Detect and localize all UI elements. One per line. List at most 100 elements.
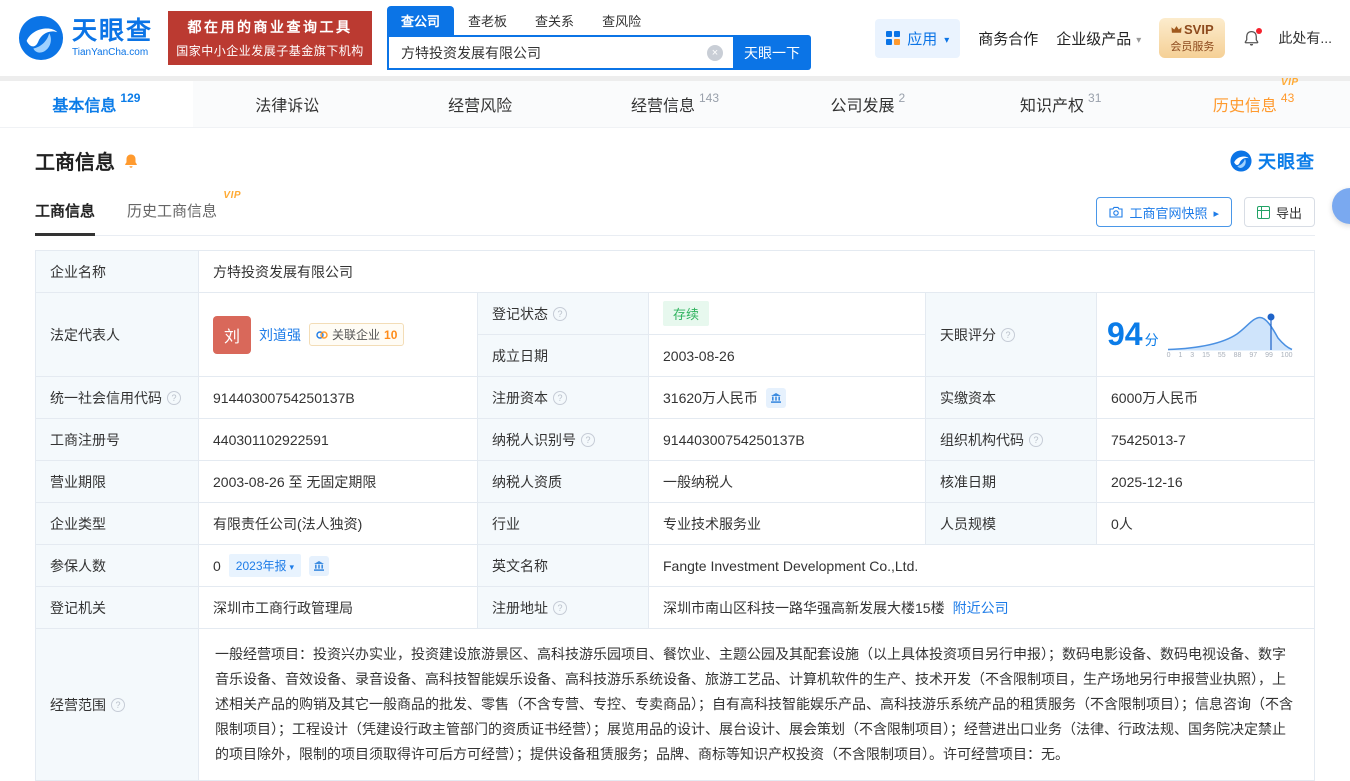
business-term-value: 2003-08-26 至 无固定期限 xyxy=(199,461,477,502)
establish-date-value: 2003-08-26 xyxy=(649,335,925,376)
brand-text: 天眼查 xyxy=(1258,151,1315,172)
approval-date-label: 核准日期 xyxy=(926,461,1096,502)
score-label: 天眼评分 xyxy=(926,293,1096,376)
insured-count-label: 参保人数 xyxy=(36,545,198,586)
tab-legal-proceedings[interactable]: 法律诉讼 xyxy=(193,81,386,127)
score-axis-ticks: 0 1 3 15 55 88 97 99 100 xyxy=(1166,351,1293,359)
business-scope-value: 一般经营项目：投资兴办实业，投资建设旅游景区、高科技游乐园项目、餐饮业、主题公园… xyxy=(199,629,1314,780)
business-scope-label: 经营范围 xyxy=(36,629,198,780)
official-snapshot-button[interactable]: 工商官网快照 xyxy=(1096,197,1232,227)
help-icon[interactable] xyxy=(581,432,595,447)
help-icon[interactable] xyxy=(167,390,181,405)
paid-capital-value: 6000万人民币 xyxy=(1097,377,1314,418)
legal-rep-avatar[interactable]: 刘 xyxy=(213,315,251,354)
main-content: 工商信息 天眼查 工商信息 历史工商信息 VIP 工商官网快照 ▸ 导出 企业名… xyxy=(0,128,1350,781)
status-badge: 存续 xyxy=(663,301,710,326)
nearby-companies-link[interactable]: 附近公司 xyxy=(953,598,1009,618)
tab-operational-risk[interactable]: 经营风险 xyxy=(386,81,579,127)
taxpayer-id-label: 纳税人识别号 xyxy=(478,419,648,460)
capital-building-icon[interactable] xyxy=(765,387,786,408)
legal-rep-label: 法定代表人 xyxy=(36,293,198,376)
tab-company-development[interactable]: 公司发展 2 xyxy=(771,81,964,127)
tab-history-info[interactable]: 历史信息 VIP 43 xyxy=(1157,77,1350,127)
search-tab-risk[interactable]: 查风险 xyxy=(588,6,655,35)
company-name-label: 企业名称 xyxy=(36,251,198,292)
staff-size-value: 0人 xyxy=(1097,503,1314,544)
staff-size-label: 人员规模 xyxy=(926,503,1096,544)
camera-icon xyxy=(1109,206,1123,218)
help-icon[interactable] xyxy=(111,697,125,712)
company-type-label: 企业类型 xyxy=(36,503,198,544)
promo-banner-line1: 都在用的商业查询工具 xyxy=(187,19,353,35)
nav-enterprise-products[interactable]: 企业级产品 xyxy=(1056,28,1141,49)
account-menu[interactable]: 此处有... xyxy=(1278,28,1332,48)
arrow-right-icon xyxy=(1213,205,1219,220)
brand-logo-icon xyxy=(1230,149,1252,172)
search-tab-boss[interactable]: 查老板 xyxy=(454,6,521,35)
reg-status-value: 存续 xyxy=(649,293,925,334)
search-tab-company[interactable]: 查公司 xyxy=(387,6,455,35)
reg-status-label: 登记状态 xyxy=(478,293,648,334)
annual-report-building-icon[interactable] xyxy=(309,555,330,576)
taxpayer-quality-label: 纳税人资质 xyxy=(478,461,648,502)
help-icon[interactable] xyxy=(553,390,567,405)
vip-flag: VIP xyxy=(223,190,242,201)
tab-basic-info[interactable]: 基本信息 129 xyxy=(0,81,193,127)
section-head: 工商信息 天眼查 xyxy=(35,146,1315,175)
notification-dot xyxy=(1256,27,1263,34)
subtab-history-registration[interactable]: 历史工商信息 VIP xyxy=(127,190,241,235)
help-icon[interactable] xyxy=(553,600,567,615)
help-icon[interactable] xyxy=(553,306,567,321)
org-code-value: 75425013-7 xyxy=(1097,419,1314,460)
section-brand: 天眼查 xyxy=(1230,148,1315,174)
svip-sublabel: 会员服务 xyxy=(1170,40,1215,53)
promo-banner: 都在用的商业查询工具 国家中小企业发展子基金旗下机构 xyxy=(168,11,373,65)
credit-code-value: 91440300754250137B xyxy=(199,377,477,418)
help-icon[interactable] xyxy=(1029,432,1043,447)
tab-business-info[interactable]: 经营信息 143 xyxy=(579,81,772,127)
reg-authority-label: 登记机关 xyxy=(36,587,198,628)
taxpayer-id-value: 91440300754250137B xyxy=(649,419,925,460)
tianyancha-logo-icon xyxy=(18,15,64,61)
legal-rep-value: 刘 刘道强 关联企业 10 xyxy=(199,293,477,376)
related-companies-badge[interactable]: 关联企业 10 xyxy=(309,323,405,346)
logo-subtitle: TianYanCha.com xyxy=(72,46,149,58)
apps-grid-icon xyxy=(886,31,901,45)
export-button[interactable]: 导出 xyxy=(1243,197,1315,227)
subscribe-bell-icon[interactable] xyxy=(123,153,139,169)
industry-label: 行业 xyxy=(478,503,648,544)
search-block: 查公司 查老板 查关系 查风险 天眼一下 xyxy=(387,6,812,70)
english-name-label: 英文名称 xyxy=(478,545,648,586)
subtab-business-registration[interactable]: 工商信息 xyxy=(35,200,96,236)
chevron-down-icon xyxy=(1136,30,1141,47)
legal-rep-link[interactable]: 刘道强 xyxy=(259,325,301,345)
tianyancha-logo[interactable]: 天眼查 TianYanCha.com xyxy=(18,15,153,61)
top-header: 天眼查 TianYanCha.com 都在用的商业查询工具 国家中小企业发展子基… xyxy=(0,0,1350,76)
chevron-down-icon xyxy=(944,30,949,47)
logo-title: 天眼查 xyxy=(72,17,154,46)
nav-business-cooperation[interactable]: 商务合作 xyxy=(978,28,1038,49)
promo-banner-line2: 国家中小企业发展子基金旗下机构 xyxy=(176,44,364,58)
score-value[interactable]: 94 分 0 1 3 15 55 88 97 99 100 xyxy=(1097,293,1314,376)
svip-badge[interactable]: SVIP 会员服务 xyxy=(1159,18,1226,58)
org-code-label: 组织机构代码 xyxy=(926,419,1096,460)
tab-intellectual-property[interactable]: 知识产权 31 xyxy=(964,81,1157,127)
credit-code-label: 统一社会信用代码 xyxy=(36,377,198,418)
clear-icon[interactable] xyxy=(707,44,724,61)
search-input[interactable] xyxy=(387,35,734,70)
notification-bell-icon[interactable] xyxy=(1243,27,1263,47)
related-companies-icon xyxy=(316,330,328,339)
subtab-row: 工商信息 历史工商信息 VIP 工商官网快照 ▸ 导出 xyxy=(35,190,1315,236)
reg-number-label: 工商注册号 xyxy=(36,419,198,460)
reg-address-value: 深圳市南山区科技一路华强高新发展大楼15楼 附近公司 xyxy=(649,587,1314,628)
apps-menu-label: 应用 xyxy=(907,30,938,48)
search-tab-relation[interactable]: 查关系 xyxy=(521,6,588,35)
reg-authority-value: 深圳市工商行政管理局 xyxy=(199,587,477,628)
business-term-label: 营业期限 xyxy=(36,461,198,502)
reg-capital-label: 注册资本 xyxy=(478,377,648,418)
apps-menu[interactable]: 应用 xyxy=(875,18,961,58)
annual-report-badge[interactable]: 2023年报 xyxy=(228,554,302,577)
help-icon[interactable] xyxy=(1001,327,1015,342)
reg-capital-value: 31620万人民币 xyxy=(649,377,925,418)
search-button[interactable]: 天眼一下 xyxy=(733,35,812,70)
